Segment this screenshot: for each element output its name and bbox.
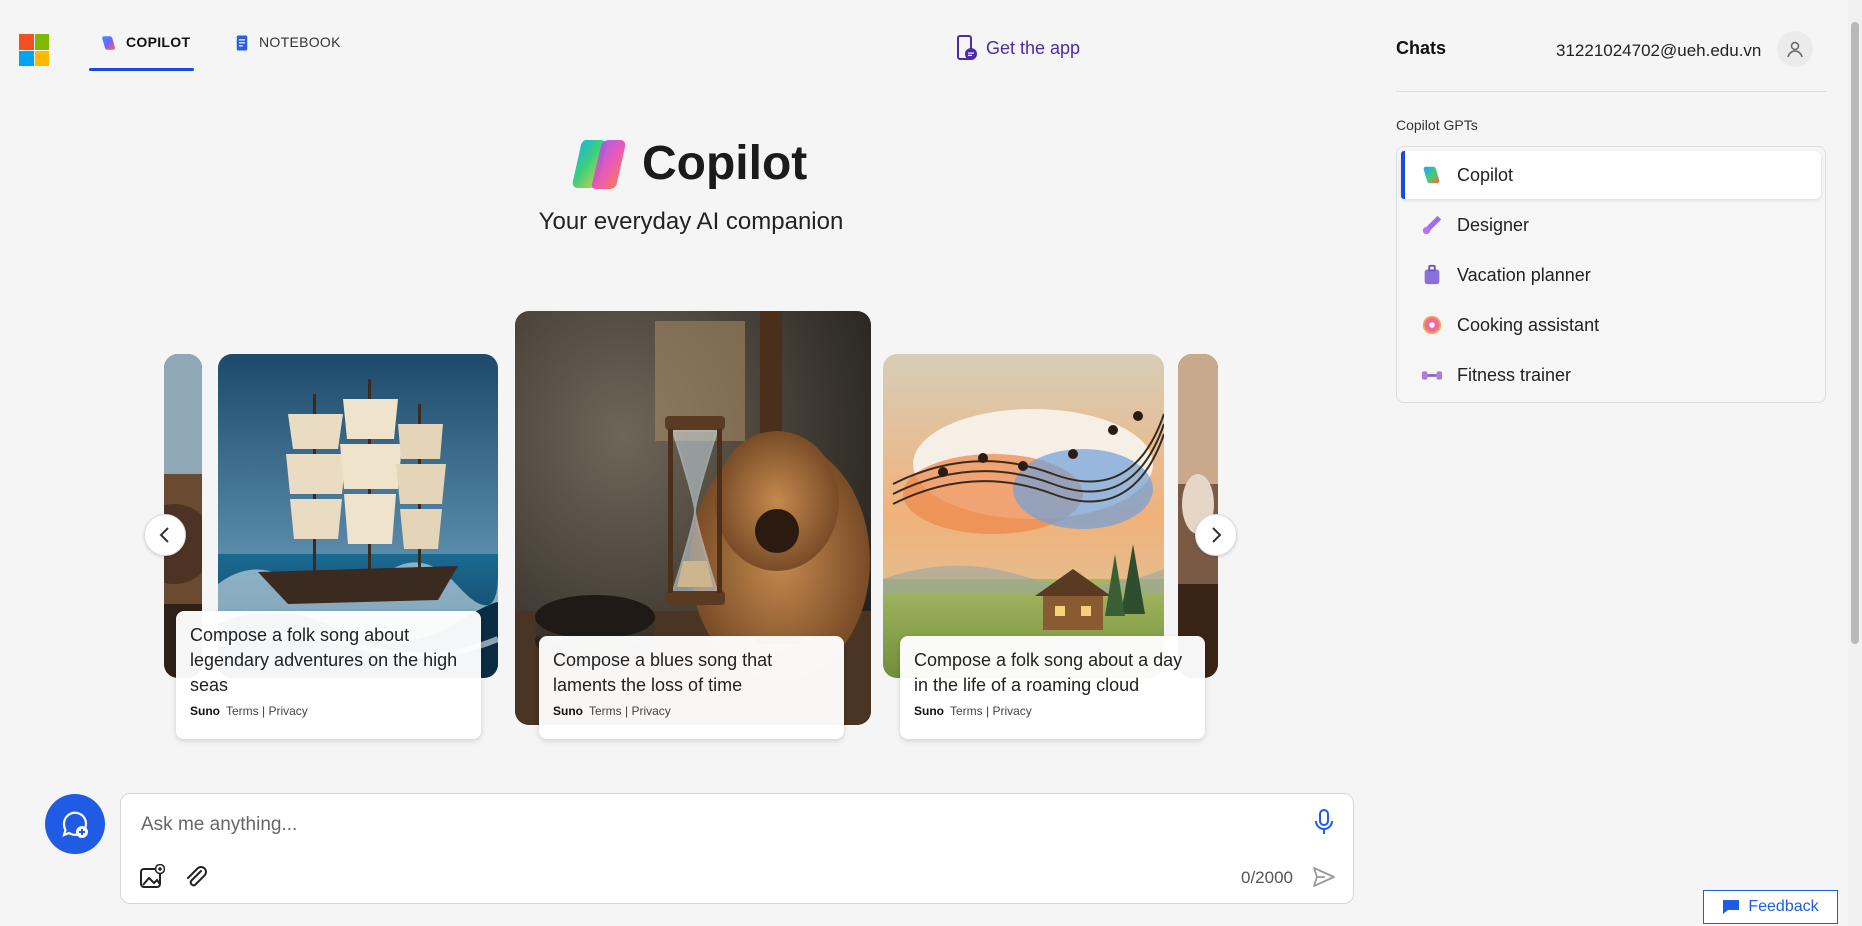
microphone-button[interactable] [1313, 808, 1335, 841]
card-brand: Suno [914, 704, 944, 718]
user-icon [1787, 41, 1803, 58]
image-add-icon [140, 863, 166, 888]
gpt-item-vacation-planner[interactable]: Vacation planner [1401, 251, 1821, 299]
chat-input-box: 0/2000 [120, 793, 1354, 904]
dumbbell-icon [1421, 371, 1443, 380]
card-links[interactable]: Terms | Privacy [226, 704, 308, 718]
copilot-gpts-heading: Copilot GPTs [1396, 117, 1478, 133]
feedback-button[interactable]: Feedback [1703, 890, 1838, 924]
gpt-label: Fitness trainer [1457, 364, 1572, 385]
copilot-logo-icon [572, 139, 626, 189]
character-counter: 0/2000 [1241, 868, 1293, 887]
panel-divider [1396, 91, 1826, 92]
gpt-label: Cooking assistant [1457, 314, 1600, 335]
gpt-item-copilot[interactable]: Copilot [1401, 151, 1821, 199]
card-meta: Suno Terms | Privacy [553, 704, 830, 718]
paperclip-icon [187, 866, 207, 887]
hero-title: Copilot [572, 136, 807, 191]
card-image-music-cloud[interactable] [883, 354, 1164, 678]
donut-icon [1422, 315, 1442, 335]
account-email[interactable]: 31221024702@ueh.edu.vn [1556, 41, 1761, 61]
active-tab-indicator [89, 68, 194, 71]
tab-label: NOTEBOOK [259, 34, 341, 50]
card-meta: Suno Terms | Privacy [914, 704, 1191, 718]
phone-icon [957, 35, 977, 60]
card-brand: Suno [190, 704, 220, 718]
card-meta: Suno Terms | Privacy [190, 704, 467, 718]
suggestion-card-2[interactable]: Compose a blues song that laments the lo… [539, 636, 844, 739]
card-prompt-text: Compose a folk song about legendary adve… [190, 625, 458, 695]
gpt-item-designer[interactable]: Designer [1401, 201, 1821, 249]
gpt-label: Vacation planner [1457, 264, 1591, 285]
tab-notebook[interactable]: NOTEBOOK [233, 34, 341, 72]
carousel-next-button[interactable] [1195, 514, 1237, 556]
card-links[interactable]: Terms | Privacy [950, 704, 1032, 718]
chevron-right-icon [1212, 527, 1222, 543]
new-topic-button[interactable] [45, 794, 105, 854]
get-the-app-link[interactable]: Get the app [956, 34, 1080, 62]
hero-subtitle: Your everyday AI companion [538, 208, 844, 235]
gpt-label: Designer [1457, 214, 1530, 235]
chevron-left-icon [159, 527, 169, 543]
send-button[interactable] [1311, 864, 1337, 895]
card-prompt-text: Compose a folk song about a day in the l… [914, 650, 1183, 695]
card-brand: Suno [553, 704, 583, 718]
copilot-gpts-list: Copilot Designer Vacation planner Cookin… [1396, 146, 1826, 403]
feedback-label: Feedback [1748, 898, 1819, 915]
account-avatar[interactable] [1777, 31, 1813, 67]
suggestion-card-3[interactable]: Compose a folk song about a day in the l… [900, 636, 1205, 739]
scrollbar-thumb[interactable] [1851, 22, 1859, 644]
hero-title-text: Copilot [642, 137, 808, 190]
add-image-button[interactable] [139, 863, 166, 895]
tab-copilot[interactable]: COPILOT [100, 34, 190, 72]
gpt-item-fitness-trainer[interactable]: Fitness trainer [1401, 351, 1821, 399]
get-app-label: Get the app [986, 37, 1081, 58]
tab-label: COPILOT [126, 34, 191, 50]
card-links[interactable]: Terms | Privacy [589, 704, 671, 718]
notebook-icon [236, 35, 248, 51]
attach-file-button[interactable] [183, 864, 209, 895]
copilot-icon [102, 36, 116, 50]
suggestion-carousel: Compose a folk song about legendary adve… [164, 306, 1218, 756]
suggestion-card-1[interactable]: Compose a folk song about legendary adve… [176, 611, 481, 739]
new-chat-icon [62, 811, 88, 838]
feedback-icon [1723, 900, 1740, 914]
send-icon [1313, 867, 1335, 887]
microphone-icon [1315, 809, 1333, 834]
gpt-item-cooking-assistant[interactable]: Cooking assistant [1401, 301, 1821, 349]
card-prompt-text: Compose a blues song that laments the lo… [553, 650, 773, 695]
suitcase-icon [1424, 264, 1440, 285]
designer-icon [1422, 215, 1442, 235]
chats-heading: Chats [1396, 38, 1447, 58]
gpt-label: Copilot [1457, 164, 1514, 185]
copilot-icon [1423, 166, 1440, 184]
microsoft-logo[interactable] [19, 34, 49, 66]
chat-input[interactable] [139, 808, 1283, 842]
carousel-prev-button[interactable] [144, 514, 186, 556]
